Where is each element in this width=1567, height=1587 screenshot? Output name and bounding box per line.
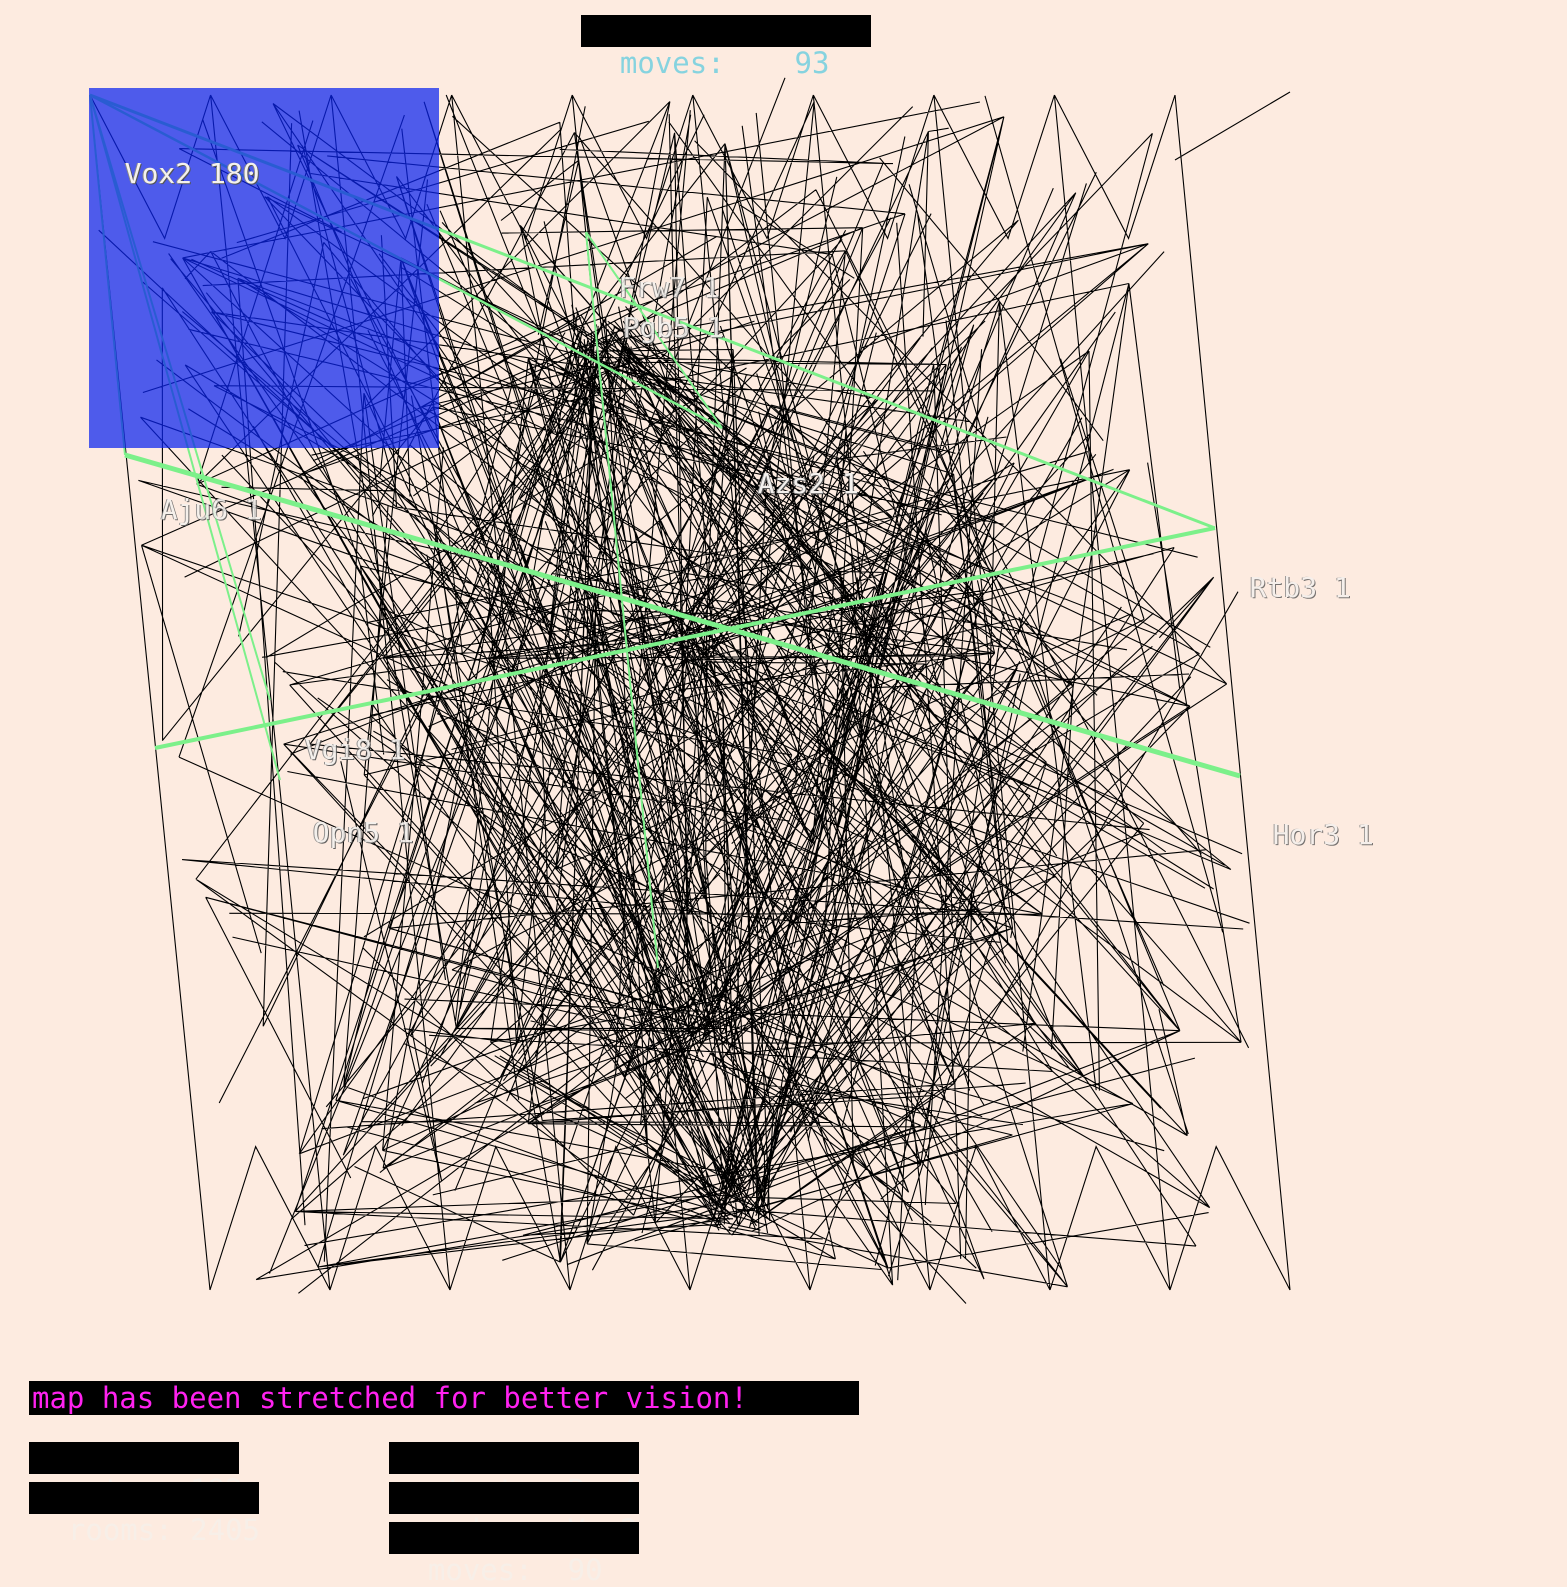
end-room: end: Vox2 [389, 1482, 639, 1546]
stretched-map-notice: map has been stretched for better vision… [29, 1381, 859, 1415]
room-label-hor3: Hor3 1 [1272, 818, 1374, 851]
rooms-count: rooms: 2405 [29, 1482, 260, 1546]
moves-count: moves: 90 [389, 1522, 639, 1586]
room-label-opn5: Opn5 1 [312, 816, 414, 849]
room-label-azs2: Azs2 1 [757, 467, 859, 500]
room-label-vgi8: Vgi8 1 [304, 733, 406, 766]
room-label-vox2: Vox2 180 [124, 157, 260, 190]
room-label-aju6: Aju6 1 [160, 493, 262, 526]
ants-count: ants: 192 [29, 1442, 243, 1506]
room-label-rtb3: Rtb3 1 [1249, 571, 1351, 604]
start-room: start: Rcw4 [389, 1442, 639, 1506]
room-label-pgb5: Pgb5 1 [622, 311, 724, 344]
